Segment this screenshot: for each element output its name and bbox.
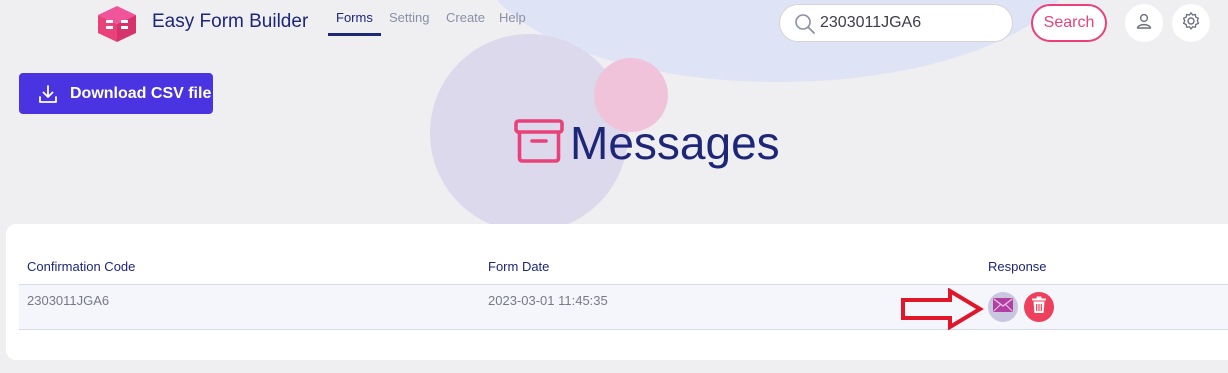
envelope-icon — [993, 297, 1013, 317]
view-response-button[interactable] — [988, 292, 1018, 322]
top-navigation-bar: Easy Form Builder Forms Setting Create H… — [0, 0, 1228, 50]
nav-create[interactable]: Create — [446, 10, 485, 25]
user-button[interactable] — [1125, 4, 1163, 42]
active-tab-indicator — [328, 33, 381, 36]
delete-message-button[interactable] — [1024, 292, 1054, 322]
trash-icon — [1031, 296, 1047, 319]
nav-setting[interactable]: Setting — [389, 10, 429, 25]
page-title: Messages — [570, 117, 780, 169]
cell-confirmation-code: 2303011JGA6 — [27, 293, 110, 308]
brand-name: Easy Form Builder — [152, 11, 309, 32]
column-header-confirmation-code[interactable]: Confirmation Code — [27, 259, 135, 274]
column-header-form-date[interactable]: Form Date — [488, 259, 549, 274]
nav-help[interactable]: Help — [499, 10, 526, 25]
download-csv-button[interactable]: Download CSV file — [19, 73, 213, 114]
settings-button[interactable] — [1172, 4, 1210, 42]
page-header: Messages — [514, 115, 780, 171]
search-input[interactable]: 2303011JGA6 — [779, 4, 1013, 42]
efb-logo-icon[interactable] — [96, 4, 138, 44]
gear-icon — [1181, 11, 1201, 36]
download-csv-label: Download CSV file — [70, 84, 212, 102]
search-button[interactable]: Search — [1031, 4, 1107, 42]
search-input-value[interactable]: 2303011JGA6 — [820, 14, 921, 32]
archive-box-icon — [514, 118, 564, 169]
red-arrow-icon — [900, 287, 984, 335]
download-icon — [38, 84, 58, 104]
cell-form-date: 2023-03-01 11:45:35 — [488, 293, 608, 308]
nav-forms[interactable]: Forms — [336, 10, 373, 25]
search-icon — [794, 13, 816, 40]
column-header-response[interactable]: Response — [988, 259, 1047, 274]
user-icon — [1135, 12, 1153, 35]
